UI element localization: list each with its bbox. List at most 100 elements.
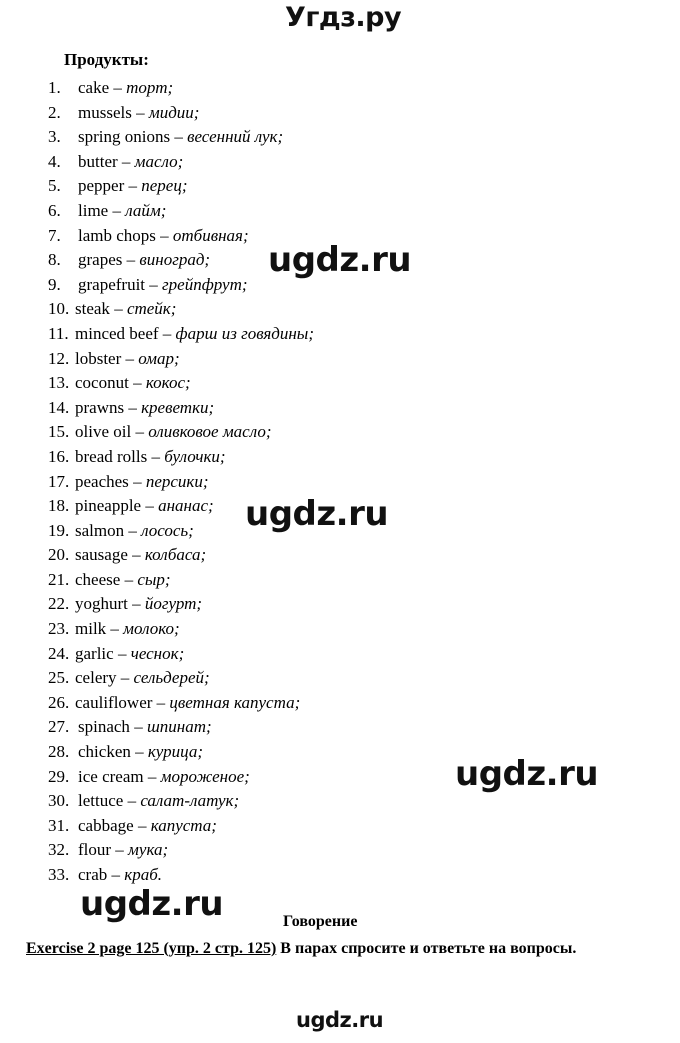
list-item: 17. peaches – персики;: [48, 470, 608, 495]
list-item: 15. olive oil – оливковое масло;: [48, 420, 608, 445]
list-item-term-en: sausage: [75, 545, 128, 565]
list-item-term-en: lime: [78, 200, 109, 220]
list-item-term-ru: сельдерей;: [133, 668, 210, 688]
list-item-term-en: cabbage: [78, 815, 134, 835]
list-item-dash: –: [132, 594, 141, 614]
list-item: 7. lamb chops – отбивная;: [48, 224, 608, 249]
list-item-dash: –: [156, 692, 166, 712]
list-item-term-ru: омар;: [138, 348, 180, 368]
list-item-term-ru: отбивная;: [172, 225, 249, 245]
list-item-dash: –: [126, 250, 136, 270]
list-item-dash: –: [136, 102, 145, 122]
list-item-dash: –: [121, 151, 131, 171]
list-item-term-en: spinach: [78, 717, 130, 737]
list-item-number: 15.: [48, 422, 70, 442]
list-item-dash: –: [110, 619, 119, 639]
list-item-number: 13.: [48, 373, 70, 393]
list-item: 18. pineapple – ананас;: [48, 494, 608, 519]
list-item-dash: –: [125, 348, 135, 368]
list-item-dash: –: [120, 668, 130, 688]
list-item-number: 16.: [48, 446, 70, 466]
list-item-number: 24.: [48, 643, 70, 663]
list-item-number: 9.: [48, 274, 61, 294]
list-item-number: 25.: [48, 668, 70, 688]
list-item: 22. yoghurt – йогурт;: [48, 592, 608, 617]
list-item-dash: –: [137, 815, 147, 835]
list-item-term-ru: капуста;: [150, 815, 217, 835]
list-item-dash: –: [160, 225, 169, 245]
list-item: 8. grapes – виноград;: [48, 248, 608, 273]
list-item-number: 14.: [48, 397, 70, 417]
list-item: 5. pepper – перец;: [48, 174, 608, 199]
list-item-dash: –: [133, 471, 142, 491]
list-item-number: 1.: [48, 78, 61, 97]
list-item-number: 26.: [48, 692, 70, 712]
list-item: 27. spinach – шпинат;: [48, 715, 608, 740]
list-item-number: 12.: [48, 348, 70, 368]
list-item-number: 23.: [48, 619, 70, 639]
exercise-paragraph: Exercise 2 page 125 (упр. 2 стр. 125) В …: [26, 936, 632, 961]
list-item-number: 6.: [48, 200, 61, 220]
list-item-term-ru: чеснок;: [130, 643, 185, 663]
list-item-term-en: cake: [78, 78, 110, 97]
list-item-term-en: steak: [75, 299, 110, 319]
list-item-dash: –: [147, 766, 157, 786]
section-title-speaking: Говорение: [283, 913, 358, 930]
list-item-term-en: lamb chops: [78, 225, 156, 245]
list-item-number: 27.: [48, 717, 70, 737]
list-item-dash: –: [134, 717, 143, 737]
list-item-term-ru: сыр;: [137, 569, 171, 589]
list-item-dash: –: [149, 274, 158, 294]
list-item: 28. chicken – курица;: [48, 740, 608, 765]
list-item-dash: –: [114, 299, 123, 319]
list-item-dash: –: [135, 742, 144, 762]
list-item-number: 20.: [48, 545, 70, 565]
list-item-dash: –: [111, 865, 121, 884]
list-item-dash: –: [115, 840, 124, 860]
list-item-term-ru: торт;: [126, 78, 174, 97]
list-item-dash: –: [128, 520, 137, 540]
list-item-number: 11.: [48, 323, 69, 343]
list-item-term-ru: фарш из говядины;: [175, 323, 314, 343]
list-item: 6. lime – лайм;: [48, 199, 608, 224]
list-item-number: 8.: [48, 250, 61, 270]
list-item-term-ru: весенний лук;: [187, 127, 284, 147]
list-item-term-ru: персики;: [145, 471, 209, 491]
list-item: 25. celery – сельдерей;: [48, 666, 608, 691]
list-item: 26. cauliflower – цветная капуста;: [48, 691, 608, 716]
list-item-term-ru: ананас;: [158, 496, 214, 516]
list-item-dash: –: [133, 373, 142, 393]
list-item-number: 29.: [48, 766, 70, 786]
list-item: 32. flour – мука;: [48, 838, 608, 863]
list-item-term-en: grapefruit: [78, 274, 146, 294]
list-item-term-ru: мидии;: [148, 102, 200, 122]
list-item: 3. spring onions – весенний лук;: [48, 125, 608, 150]
watermark-top: Угдз.ру: [285, 2, 402, 33]
list-item-number: 19.: [48, 520, 70, 540]
list-item-number: 28.: [48, 742, 70, 762]
list-item: 12. lobster – омар;: [48, 347, 608, 372]
list-item-term-en: ice cream: [78, 766, 144, 786]
list-item: 30. lettuce – салат-латук;: [48, 789, 608, 814]
list-item-dash: –: [128, 176, 138, 196]
list-item-term-ru: лосось;: [141, 520, 194, 540]
list-item-number: 21.: [48, 569, 70, 589]
watermark-bottom: ugdz.ru: [296, 1008, 384, 1032]
list-item-dash: –: [128, 397, 137, 417]
list-item-dash: –: [135, 422, 144, 442]
list-item-term-en: lobster: [75, 348, 122, 368]
list-item-term-ru: мука;: [128, 840, 169, 860]
list-item-term-en: spring onions: [78, 127, 171, 147]
list-item-term-ru: салат-латук;: [140, 791, 240, 811]
list-item-term-en: olive oil: [75, 422, 132, 442]
list-item: 2. mussels – мидии;: [48, 101, 608, 126]
list-item-term-ru: цветная капуста;: [169, 692, 301, 712]
list-item-term-en: pepper: [78, 176, 125, 196]
list-item: 19. salmon – лосось;: [48, 519, 608, 544]
list-item-term-ru: оливковое масло;: [148, 422, 272, 442]
list-item-term-en: flour: [78, 840, 112, 860]
list-item: 11. minced beef – фарш из говядины;: [48, 322, 608, 347]
list-item-term-ru: краб.: [124, 865, 163, 884]
list-item-term-ru: кокос;: [145, 373, 191, 393]
list-item-number: 2.: [48, 102, 61, 122]
